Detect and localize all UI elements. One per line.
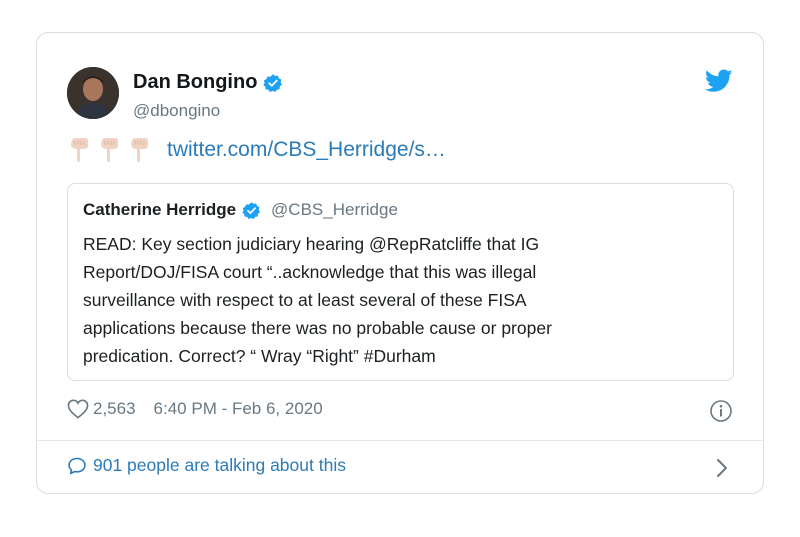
quoted-author-name: Catherine Herridge <box>83 200 237 219</box>
info-icon[interactable] <box>709 399 733 423</box>
speech-bubble-icon <box>68 457 86 474</box>
quoted-tweet-link[interactable]: twitter.com/CBS_Herridge/s… <box>167 138 446 162</box>
avatar[interactable] <box>67 67 119 119</box>
quoted-text-line: predication. Correct? “ Wray “Right” #Du… <box>83 346 436 366</box>
verified-badge-icon <box>263 73 283 92</box>
tweet-timestamp[interactable]: 6:40 PM - Feb 6, 2020 <box>154 399 323 419</box>
divider <box>37 440 763 441</box>
quoted-author-handle: @CBS_Herridge <box>271 200 398 219</box>
verified-badge-icon <box>242 201 261 219</box>
author-name[interactable]: Dan Bongino <box>133 71 283 94</box>
quoted-tweet-header: Catherine Herridge @CBS_Herridge <box>83 200 398 220</box>
pointing-down-emoji-icon <box>131 138 148 162</box>
conversation-link-text[interactable]: 901 people are talking about this <box>93 455 346 476</box>
heart-icon[interactable] <box>67 399 89 419</box>
tweet-meta: 2,563 6:40 PM - Feb 6, 2020 <box>67 399 323 419</box>
twitter-bird-icon[interactable] <box>705 69 733 93</box>
embedded-tweet-card: Dan Bongino @dbongino twitter.com/CBS_He… <box>36 32 764 494</box>
quoted-text-line: READ: Key section judiciary hearing @Rep… <box>83 234 540 254</box>
quoted-text-line: Report/DOJ/FISA court “..acknowledge tha… <box>83 262 537 282</box>
pointing-down-emoji-row <box>67 137 153 163</box>
like-count[interactable]: 2,563 <box>93 399 136 419</box>
quoted-text-line: applications because there was no probab… <box>83 318 552 338</box>
tweet-text: twitter.com/CBS_Herridge/s… <box>67 137 446 163</box>
quoted-tweet[interactable]: Catherine Herridge @CBS_Herridge READ: K… <box>67 183 734 381</box>
pointing-down-emoji-icon <box>101 138 118 162</box>
author-name-text[interactable]: Dan Bongino <box>133 71 257 94</box>
quoted-text-line: surveillance with respect to at least se… <box>83 290 527 310</box>
author-handle[interactable]: @dbongino <box>133 101 220 121</box>
conversation-link[interactable]: 901 people are talking about this <box>67 455 346 476</box>
quoted-tweet-text: READ: Key section judiciary hearing @Rep… <box>83 230 715 370</box>
pointing-down-emoji-icon <box>71 138 88 162</box>
chevron-right-icon[interactable] <box>715 457 729 479</box>
